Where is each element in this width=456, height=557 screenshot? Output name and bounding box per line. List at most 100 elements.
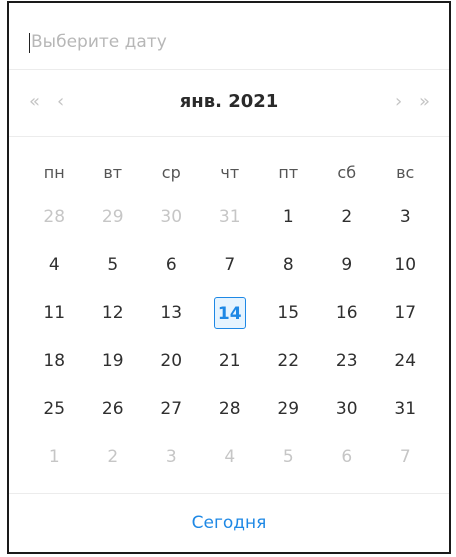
weekday-label: пт <box>278 163 299 182</box>
day-number: 4 <box>48 255 60 275</box>
text-cursor <box>29 33 30 53</box>
day-number: 21 <box>218 351 241 371</box>
day-number: 3 <box>399 207 411 227</box>
day-cell-other-month[interactable]: 31 <box>201 193 260 241</box>
day-number: 23 <box>335 351 358 371</box>
day-number: 4 <box>224 447 236 467</box>
day-cell-other-month[interactable]: 2 <box>84 433 143 481</box>
day-number: 15 <box>277 303 300 323</box>
day-number: 1 <box>282 207 294 227</box>
day-number: 14 <box>213 297 246 329</box>
today-button[interactable]: Сегодня <box>9 494 449 552</box>
day-number: 11 <box>43 303 66 323</box>
day-cell[interactable]: 24 <box>376 337 435 385</box>
next-year-icon[interactable]: » <box>419 91 430 113</box>
day-cell[interactable]: 15 <box>259 289 318 337</box>
day-number: 31 <box>394 399 417 419</box>
day-number: 3 <box>165 447 177 467</box>
weekday-label: чт <box>220 163 240 182</box>
day-cell[interactable]: 11 <box>25 289 84 337</box>
day-cell[interactable]: 8 <box>259 241 318 289</box>
day-number: 10 <box>394 255 417 275</box>
date-input[interactable] <box>31 28 411 56</box>
day-cell[interactable]: 9 <box>318 241 377 289</box>
weekday-label: ср <box>161 163 181 182</box>
day-number: 8 <box>282 255 294 275</box>
day-cell[interactable]: 4 <box>25 241 84 289</box>
day-number: 28 <box>218 399 241 419</box>
day-cell[interactable]: 18 <box>25 337 84 385</box>
day-cell-other-month[interactable]: 5 <box>259 433 318 481</box>
day-number: 13 <box>160 303 183 323</box>
day-number: 26 <box>101 399 124 419</box>
day-cell[interactable]: 10 <box>376 241 435 289</box>
week-row: 11 12 13 14 15 16 17 <box>25 289 435 337</box>
weekday-label: вт <box>103 163 123 182</box>
day-cell[interactable]: 12 <box>84 289 143 337</box>
calendar-header: « ‹ янв. 2021 › » <box>9 70 449 137</box>
day-cell-other-month[interactable]: 30 <box>142 193 201 241</box>
day-cell[interactable]: 5 <box>84 241 143 289</box>
day-number: 18 <box>43 351 66 371</box>
day-cell-other-month[interactable]: 4 <box>201 433 260 481</box>
day-number: 6 <box>341 447 353 467</box>
day-number: 2 <box>341 207 353 227</box>
day-number: 29 <box>277 399 300 419</box>
day-cell[interactable]: 3 <box>376 193 435 241</box>
day-cell-other-month[interactable]: 28 <box>25 193 84 241</box>
day-cell[interactable]: 1 <box>259 193 318 241</box>
day-number: 25 <box>43 399 66 419</box>
day-number: 9 <box>341 255 353 275</box>
day-cell[interactable]: 19 <box>84 337 143 385</box>
day-cell[interactable]: 23 <box>318 337 377 385</box>
day-cell[interactable]: 25 <box>25 385 84 433</box>
day-cell[interactable]: 6 <box>142 241 201 289</box>
day-cell[interactable]: 31 <box>376 385 435 433</box>
weekday-label: сб <box>337 163 357 182</box>
day-cell[interactable]: 13 <box>142 289 201 337</box>
day-number: 29 <box>101 207 124 227</box>
date-input-row <box>9 3 449 70</box>
week-row: 18 19 20 21 22 23 24 <box>25 337 435 385</box>
day-cell[interactable]: 17 <box>376 289 435 337</box>
day-number: 31 <box>218 207 241 227</box>
day-cell[interactable]: 26 <box>84 385 143 433</box>
day-cell[interactable]: 29 <box>259 385 318 433</box>
day-number: 19 <box>101 351 124 371</box>
day-number: 28 <box>43 207 66 227</box>
day-cell-today[interactable]: 14 <box>201 289 260 337</box>
day-cell[interactable]: 22 <box>259 337 318 385</box>
calendar-footer: Сегодня <box>9 493 449 552</box>
weekday-label: вс <box>396 163 415 182</box>
day-number: 7 <box>224 255 236 275</box>
day-cell[interactable]: 2 <box>318 193 377 241</box>
weekday-label: пн <box>43 163 65 182</box>
next-month-icon[interactable]: › <box>395 91 402 113</box>
day-cell[interactable]: 20 <box>142 337 201 385</box>
day-number: 24 <box>394 351 417 371</box>
day-cell-other-month[interactable]: 29 <box>84 193 143 241</box>
day-number: 2 <box>107 447 119 467</box>
day-number: 5 <box>282 447 294 467</box>
week-row: 28 29 30 31 1 2 3 <box>25 193 435 241</box>
day-cell[interactable]: 27 <box>142 385 201 433</box>
month-year-title[interactable]: янв. 2021 <box>9 91 449 113</box>
day-cell-other-month[interactable]: 7 <box>376 433 435 481</box>
day-cell[interactable]: 7 <box>201 241 260 289</box>
day-number: 17 <box>394 303 417 323</box>
day-number: 30 <box>335 399 358 419</box>
day-cell-other-month[interactable]: 1 <box>25 433 84 481</box>
day-cell[interactable]: 21 <box>201 337 260 385</box>
day-cell[interactable]: 16 <box>318 289 377 337</box>
day-cell[interactable]: 30 <box>318 385 377 433</box>
day-number: 22 <box>277 351 300 371</box>
day-number: 20 <box>160 351 183 371</box>
week-row: 25 26 27 28 29 30 31 <box>25 385 435 433</box>
day-number: 6 <box>165 255 177 275</box>
calendar-weeks: 28 29 30 31 1 2 3 4 5 6 7 8 9 10 11 12 13 14 15 16 17 18 19 20 2… <box>25 193 435 481</box>
day-cell-other-month[interactable]: 3 <box>142 433 201 481</box>
week-row: 4 5 6 7 8 9 10 <box>25 241 435 289</box>
day-cell[interactable]: 28 <box>201 385 260 433</box>
day-cell-other-month[interactable]: 6 <box>318 433 377 481</box>
day-number: 5 <box>107 255 119 275</box>
